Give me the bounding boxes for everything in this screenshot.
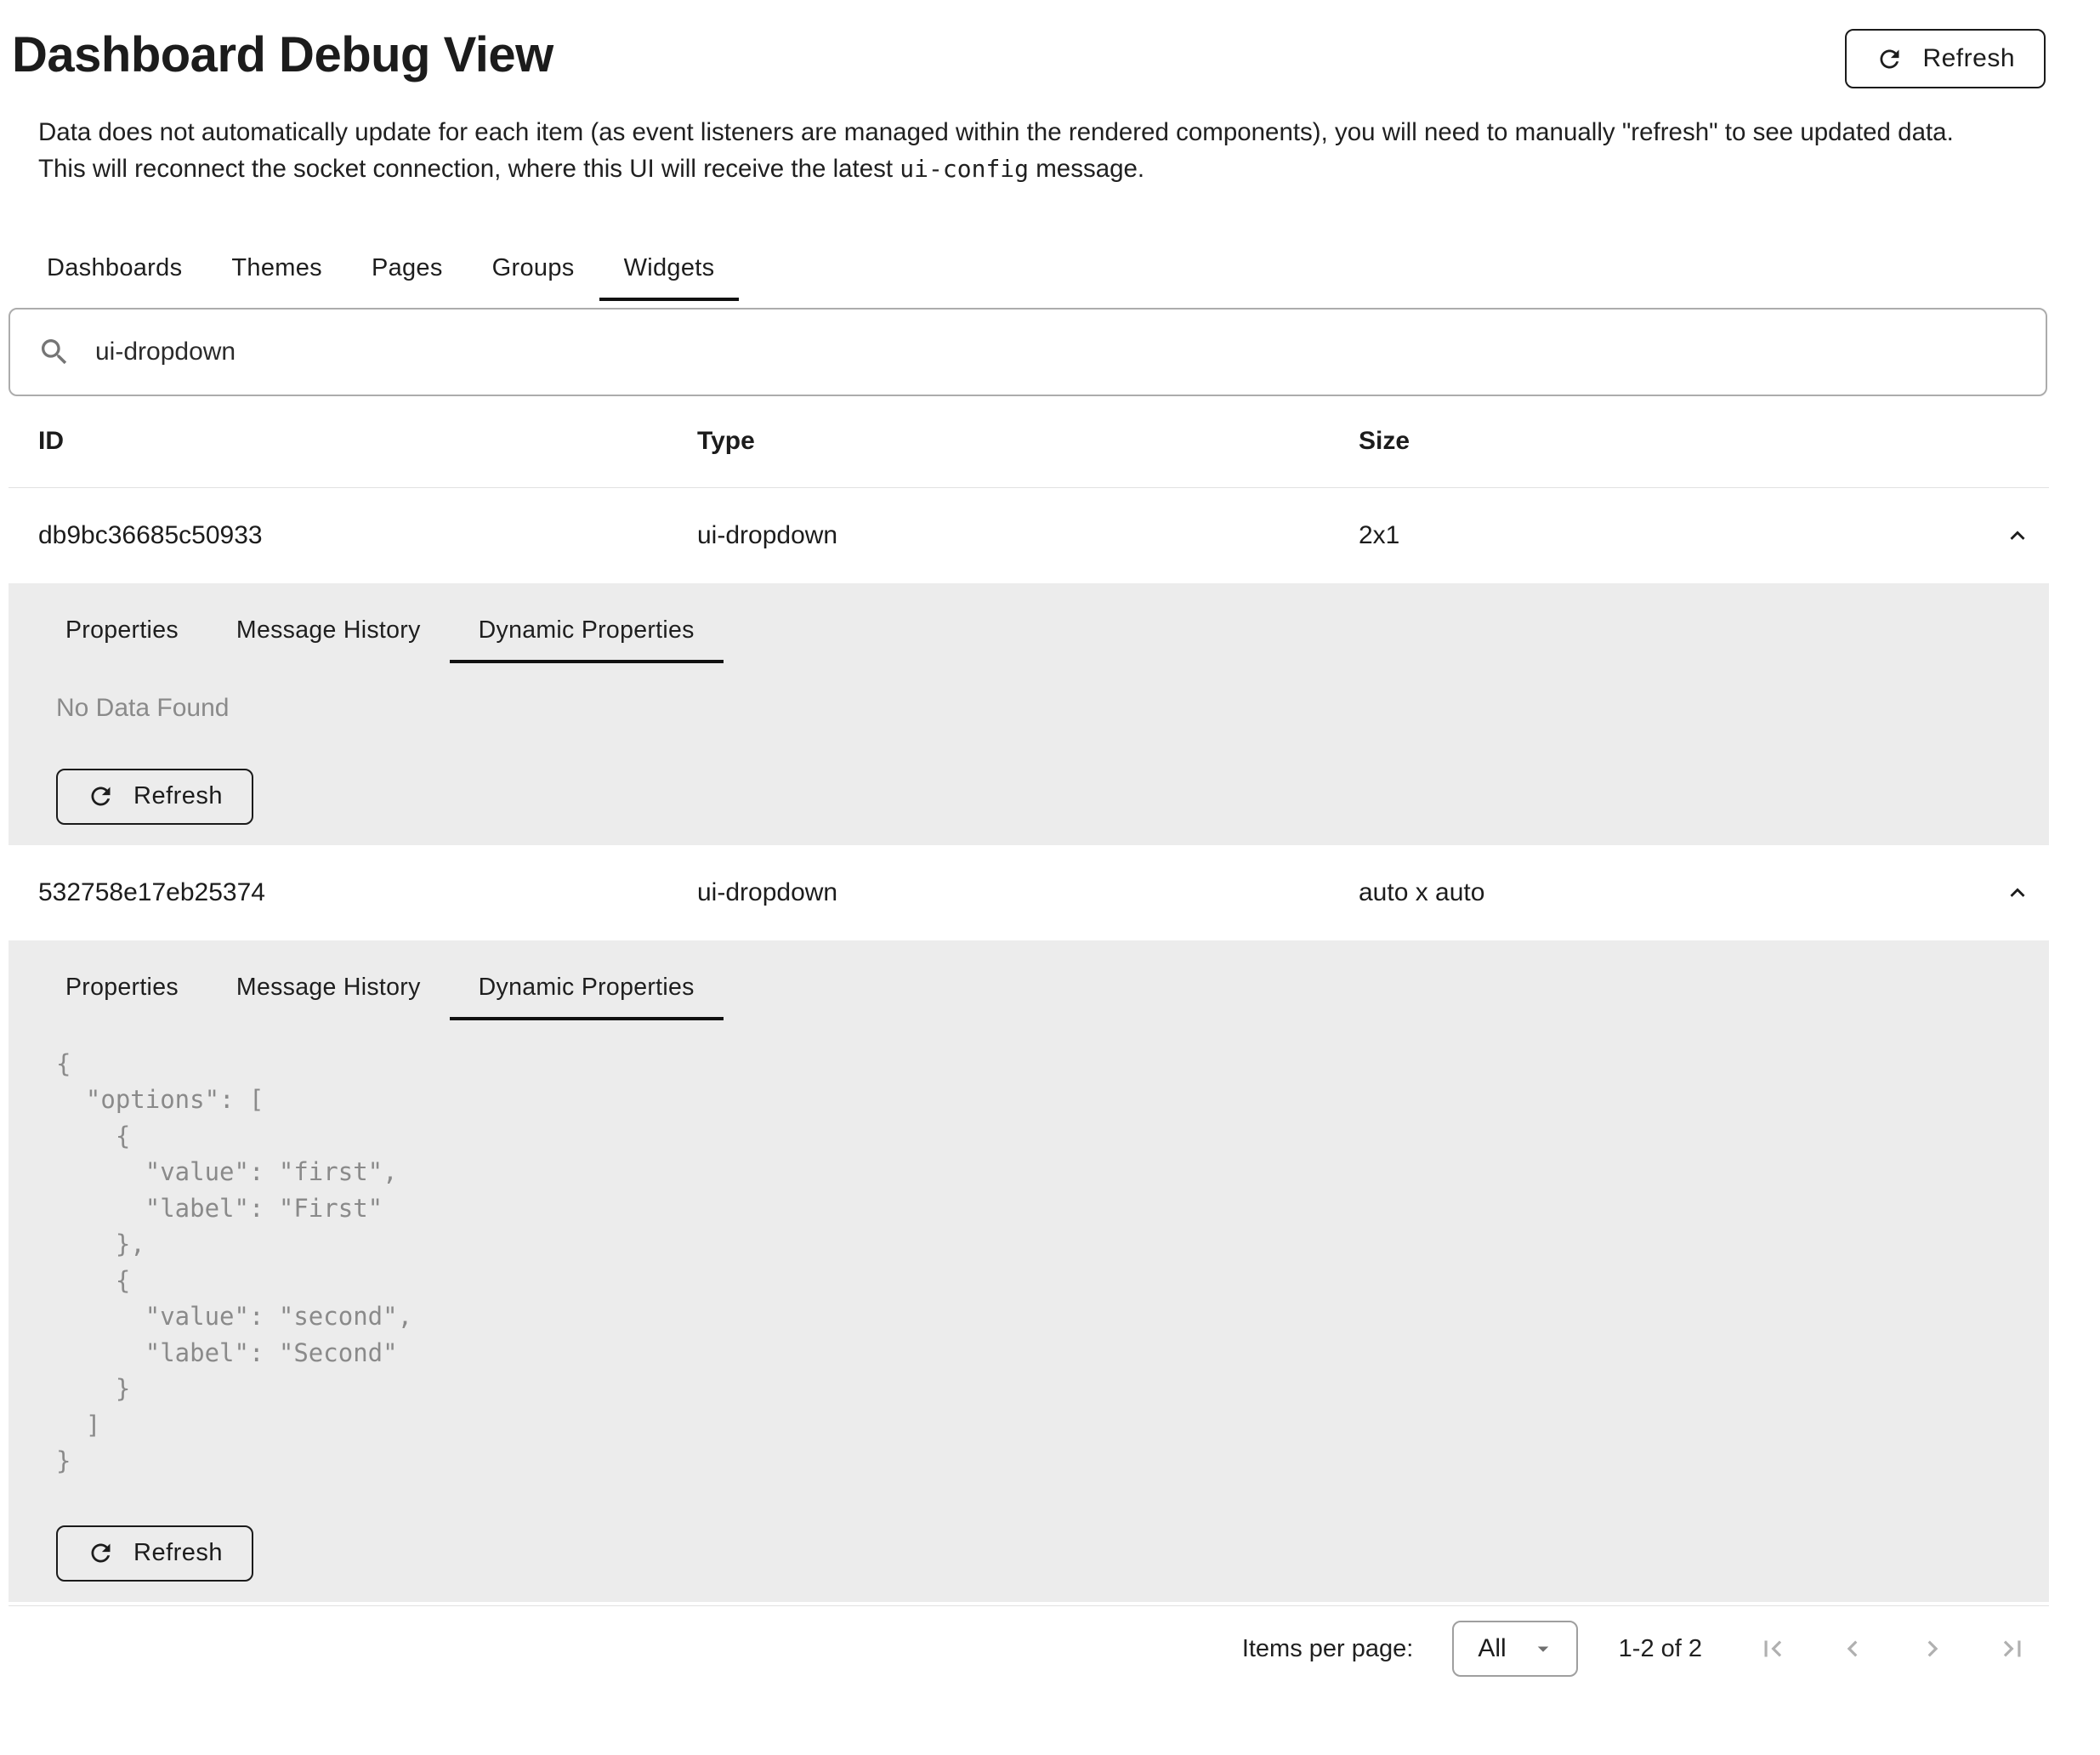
cell-id: db9bc36685c50933 — [9, 521, 667, 550]
first-page-icon — [1757, 1633, 1789, 1665]
chevron-right-icon — [1916, 1633, 1949, 1665]
chevron-left-icon — [1836, 1633, 1869, 1665]
column-header-type: Type — [667, 427, 1329, 456]
tab-dynamic-properties[interactable]: Dynamic Properties — [450, 956, 724, 1020]
tab-properties[interactable]: Properties — [37, 956, 207, 1020]
items-per-page-value: All — [1478, 1634, 1506, 1663]
page-container: Dashboard Debug View Refresh Data does n… — [9, 0, 2049, 1692]
description: Data does not automatically update for e… — [38, 114, 2049, 187]
main-tab-bar: Dashboards Themes Pages Groups Widgets — [22, 236, 2049, 301]
cell-type: ui-dropdown — [667, 521, 1329, 550]
page-range-label: 1-2 of 2 — [1619, 1635, 1702, 1663]
refresh-button[interactable]: Refresh — [56, 769, 253, 825]
cell-size: 2x1 — [1329, 521, 1947, 550]
refresh-button-label: Refresh — [133, 1539, 223, 1567]
table-row[interactable]: 532758e17eb25374 ui-dropdown auto x auto — [9, 845, 2049, 940]
tab-pages[interactable]: Pages — [347, 236, 468, 301]
refresh-icon — [87, 1539, 115, 1567]
tab-dynamic-properties[interactable]: Dynamic Properties — [450, 599, 724, 663]
tab-properties[interactable]: Properties — [37, 599, 207, 663]
last-page-button[interactable] — [1996, 1633, 2029, 1665]
next-page-button[interactable] — [1916, 1633, 1949, 1665]
refresh-icon — [1876, 45, 1904, 73]
search-input[interactable] — [94, 337, 2020, 367]
description-line-2: This will reconnect the socket connectio… — [38, 151, 2049, 187]
refresh-button-label: Refresh — [133, 782, 223, 810]
previous-page-button[interactable] — [1836, 1633, 1869, 1665]
refresh-icon — [87, 782, 115, 810]
json-content: { "options": [ { "value": "first", "labe… — [56, 1046, 2001, 1480]
column-header-id: ID — [9, 427, 667, 456]
paginator: Items per page: All 1-2 of 2 — [9, 1605, 2049, 1692]
collapse-row-button[interactable] — [2003, 878, 2032, 907]
collapse-row-button[interactable] — [2003, 521, 2032, 550]
refresh-button[interactable]: Refresh — [56, 1525, 253, 1582]
column-header-size: Size — [1329, 427, 1947, 456]
chevron-up-icon — [2003, 521, 2032, 550]
detail-tab-bar: Properties Message History Dynamic Prope… — [37, 599, 2001, 663]
dropdown-arrow-icon — [1530, 1636, 1556, 1661]
search-icon — [37, 335, 71, 369]
cell-size: auto x auto — [1329, 878, 1947, 907]
refresh-button-label: Refresh — [1922, 44, 2015, 73]
table-row[interactable]: db9bc36685c50933 ui-dropdown 2x1 — [9, 488, 2049, 583]
empty-state-text: No Data Found — [56, 694, 2001, 723]
chevron-up-icon — [2003, 878, 2032, 907]
tab-message-history[interactable]: Message History — [207, 956, 450, 1020]
tab-widgets[interactable]: Widgets — [599, 236, 740, 301]
row-detail-panel: Properties Message History Dynamic Prope… — [9, 583, 2049, 845]
cell-id: 532758e17eb25374 — [9, 878, 667, 907]
tab-groups[interactable]: Groups — [468, 236, 599, 301]
refresh-button[interactable]: Refresh — [1845, 29, 2046, 88]
row-detail-panel: Properties Message History Dynamic Prope… — [9, 940, 2049, 1602]
search-box — [9, 308, 2047, 396]
first-page-button[interactable] — [1757, 1633, 1789, 1665]
last-page-icon — [1996, 1633, 2029, 1665]
tab-dashboards[interactable]: Dashboards — [22, 236, 207, 301]
items-per-page-select[interactable]: All — [1452, 1621, 1577, 1677]
table-header-row: ID Type Size — [9, 396, 2049, 488]
cell-type: ui-dropdown — [667, 878, 1329, 907]
detail-tab-bar: Properties Message History Dynamic Prope… — [37, 956, 2001, 1020]
page-title: Dashboard Debug View — [12, 26, 2049, 85]
tab-message-history[interactable]: Message History — [207, 599, 450, 663]
tab-themes[interactable]: Themes — [207, 236, 347, 301]
description-line-1: Data does not automatically update for e… — [38, 114, 2049, 151]
inline-code: ui-config — [900, 155, 1029, 183]
items-per-page-label: Items per page: — [1242, 1635, 1414, 1663]
